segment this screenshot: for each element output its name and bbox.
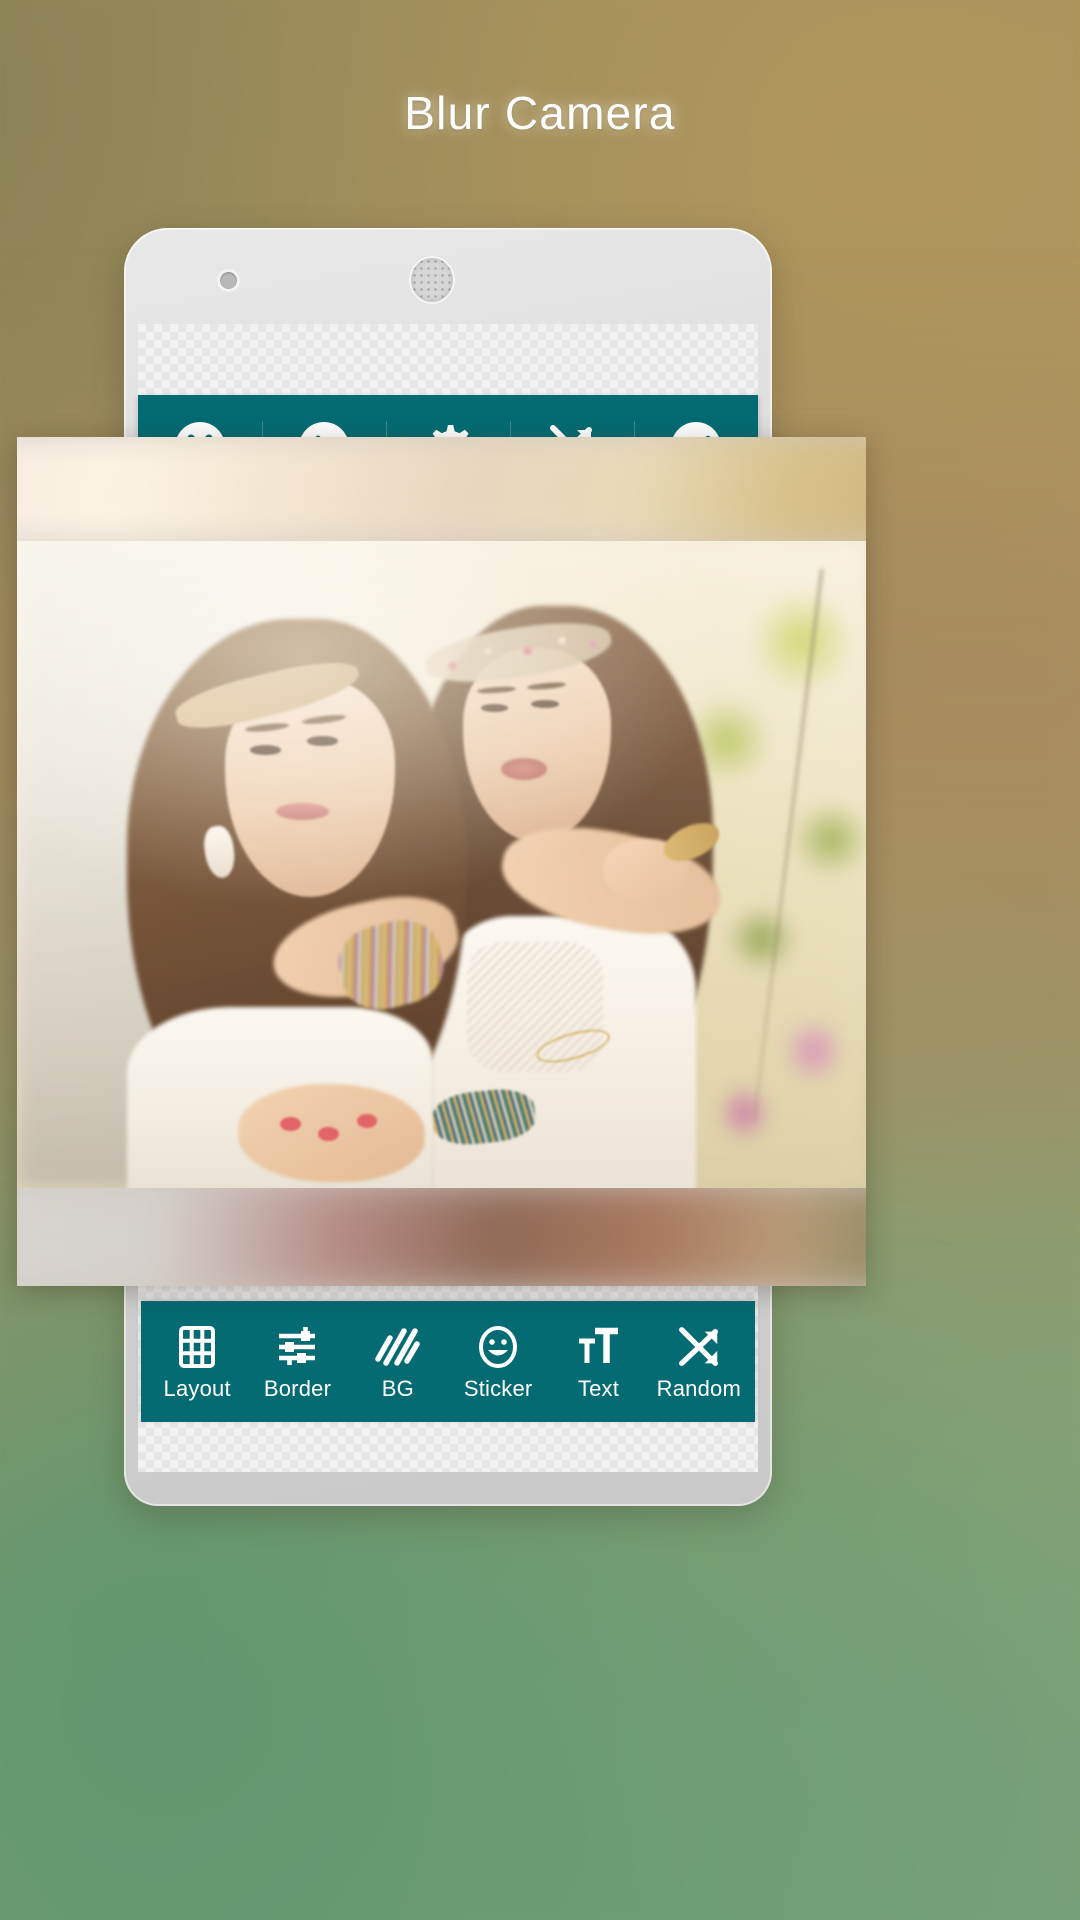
app-promo-screenshot: Blur Camera Layout Border BG Sticker Tex… bbox=[0, 0, 1080, 1920]
earpiece-speaker-grille bbox=[411, 258, 453, 302]
tool-sticker[interactable]: Sticker bbox=[448, 1301, 548, 1422]
tool-bg[interactable]: BG bbox=[348, 1301, 448, 1422]
photo-collage-canvas[interactable] bbox=[17, 437, 866, 1286]
subject-left-eye-right bbox=[307, 736, 338, 747]
subject-right-eye-right bbox=[531, 700, 559, 708]
text-size-icon bbox=[574, 1323, 622, 1371]
tool-text-label: Text bbox=[577, 1376, 620, 1401]
sliders-icon bbox=[273, 1323, 321, 1371]
tool-layout[interactable]: Layout bbox=[147, 1301, 247, 1422]
smiley-icon bbox=[474, 1323, 522, 1371]
phone-chin bbox=[138, 1472, 758, 1506]
photo-blur-band-bottom bbox=[17, 1188, 866, 1286]
nail-polish-dot bbox=[318, 1126, 339, 1141]
tool-sticker-label: Sticker bbox=[463, 1376, 533, 1401]
tool-random[interactable]: Random bbox=[649, 1301, 749, 1422]
nail-polish-dot bbox=[280, 1116, 301, 1132]
subject-left-eye-left bbox=[250, 744, 282, 755]
tool-random-label: Random bbox=[656, 1376, 741, 1401]
photo-blur-band-top bbox=[17, 437, 866, 541]
grid-icon bbox=[173, 1323, 221, 1371]
subject-right-eye-left bbox=[480, 704, 508, 712]
stripes-icon bbox=[374, 1323, 422, 1371]
page-title: Blur Camera bbox=[404, 87, 676, 139]
subject-left-lips bbox=[275, 803, 329, 820]
photo-sharp-region bbox=[17, 541, 866, 1188]
tool-text[interactable]: Text bbox=[548, 1301, 648, 1422]
subject-right-lips bbox=[500, 757, 547, 780]
tool-border-label: Border bbox=[263, 1376, 332, 1401]
front-camera-dot bbox=[220, 272, 237, 289]
tool-bg-label: BG bbox=[381, 1376, 414, 1401]
tool-layout-label: Layout bbox=[163, 1376, 231, 1401]
nail-polish-dot bbox=[356, 1113, 377, 1128]
shuffle-icon bbox=[675, 1323, 723, 1371]
editor-bottom-toolbar: Layout Border BG Sticker Text Random bbox=[141, 1301, 755, 1422]
tool-border[interactable]: Border bbox=[247, 1301, 347, 1422]
